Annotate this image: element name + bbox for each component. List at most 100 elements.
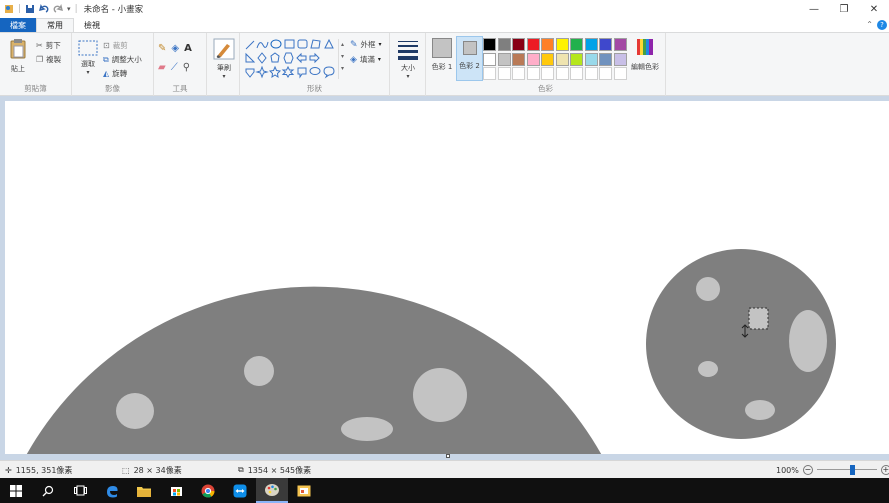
palette-swatch[interactable] xyxy=(599,52,612,66)
close-button[interactable]: ✕ xyxy=(859,0,889,18)
palette-swatch[interactable] xyxy=(512,52,525,66)
fill-button[interactable]: ◈ 填滿 ▾ xyxy=(350,54,381,65)
tab-file[interactable]: 檔案 xyxy=(0,18,36,32)
brushes-dropdown-icon[interactable]: ▾ xyxy=(212,73,236,80)
pencil-icon[interactable]: ✎ xyxy=(158,43,166,54)
outline-label: 外框 xyxy=(360,40,376,49)
cut-button[interactable]: ✂ 剪下 xyxy=(36,40,61,51)
palette-swatch[interactable] xyxy=(599,38,612,51)
save-icon[interactable] xyxy=(25,4,35,14)
palette-swatch[interactable] xyxy=(613,52,627,66)
resize-button[interactable]: ⧉ 調整大小 xyxy=(103,54,142,65)
magnifier-icon[interactable]: ⚲ xyxy=(183,62,190,73)
paste-button[interactable]: 貼上 xyxy=(8,38,28,74)
edge-browser-icon xyxy=(107,485,118,497)
palette-swatch[interactable] xyxy=(613,38,627,51)
shapes-scroll[interactable]: ▴ ▾ ▾ xyxy=(338,39,346,79)
canvas-resize-handle-bottom[interactable] xyxy=(446,454,450,458)
palette-swatch[interactable] xyxy=(541,38,554,51)
custom-color-slot[interactable] xyxy=(483,67,496,80)
edit-colors-button[interactable]: 編輯色彩 xyxy=(629,38,661,72)
select-dropdown-icon[interactable]: ▾ xyxy=(77,69,99,76)
paint-taskbar-button[interactable] xyxy=(256,478,288,503)
status-bar: ✛ 1155, 351像素 ⬚ 28 × 34像素 ⧉ 1354 × 545像素… xyxy=(0,460,889,478)
crop-button[interactable]: ⊡ 裁剪 xyxy=(103,40,128,51)
maximize-button[interactable]: ❐ xyxy=(829,0,859,18)
selected-crater xyxy=(749,308,768,329)
custom-color-slot[interactable] xyxy=(541,67,554,80)
six-point-star-shape-icon xyxy=(281,65,295,78)
color2-button[interactable]: 色彩 2 xyxy=(456,36,483,81)
redo-icon[interactable] xyxy=(53,4,64,14)
fill-dropdown-icon: ▾ xyxy=(377,56,381,63)
crater xyxy=(244,356,274,386)
rotate-button[interactable]: ◭ 旋轉 xyxy=(103,68,127,79)
edge-button[interactable] xyxy=(96,478,128,503)
search-button[interactable] xyxy=(32,478,64,503)
size-dropdown-icon[interactable]: ▾ xyxy=(396,73,420,80)
palette-swatch[interactable] xyxy=(570,52,583,66)
palette-swatch[interactable] xyxy=(483,38,496,51)
palette-swatch[interactable] xyxy=(526,52,540,66)
size-button[interactable]: 大小 ▾ xyxy=(396,40,420,80)
file-explorer-button[interactable] xyxy=(128,478,160,503)
color2-swatch xyxy=(462,41,477,55)
zoom-slider-thumb[interactable] xyxy=(849,465,855,475)
help-icon[interactable]: ? xyxy=(877,20,887,30)
outline-button[interactable]: ✎ 外框 ▾ xyxy=(350,39,382,50)
edit-colors-label: 編輯色彩 xyxy=(631,63,659,71)
text-tool-icon[interactable]: A xyxy=(184,43,192,54)
undo-icon[interactable] xyxy=(39,4,49,14)
zoom-out-button[interactable]: − xyxy=(802,465,813,475)
copy-button[interactable]: ❐ 複製 xyxy=(36,54,61,65)
copy-label: 複製 xyxy=(46,55,62,64)
chrome-button[interactable] xyxy=(192,478,224,503)
palette-swatch[interactable] xyxy=(526,38,540,51)
custom-color-slot[interactable] xyxy=(570,67,583,80)
selection-size-text: 28 × 34像素 xyxy=(133,465,182,475)
tab-view[interactable]: 檢視 xyxy=(74,18,110,32)
eraser-icon[interactable]: ▰ xyxy=(158,62,166,73)
palette-swatch[interactable] xyxy=(541,52,554,66)
start-button[interactable] xyxy=(0,478,32,503)
slideshow-app-button[interactable] xyxy=(288,478,320,503)
minimize-button[interactable]: — xyxy=(799,0,829,18)
brushes-button[interactable]: 筆刷 ▾ xyxy=(212,38,236,80)
color-picker-icon[interactable]: ⟋ xyxy=(171,62,178,73)
custom-color-slot[interactable] xyxy=(613,67,627,80)
store-button[interactable] xyxy=(160,478,192,503)
custom-color-slot[interactable] xyxy=(512,67,525,80)
drawing-canvas[interactable] xyxy=(5,101,889,454)
window-controls: — ❐ ✕ xyxy=(799,0,889,18)
window-title: 未命名 - 小畫家 xyxy=(83,5,144,15)
diamond-shape-icon xyxy=(257,52,267,64)
custom-color-slot[interactable] xyxy=(497,67,511,80)
tab-home[interactable]: 常用 xyxy=(36,18,74,32)
palette-swatch[interactable] xyxy=(512,38,525,51)
custom-color-slot[interactable] xyxy=(526,67,540,80)
zoom-slider[interactable] xyxy=(816,465,877,475)
palette-swatch[interactable] xyxy=(497,38,511,51)
palette-swatch[interactable] xyxy=(570,38,583,51)
paste-label: 貼上 xyxy=(11,65,25,73)
down-arrow-shape-icon xyxy=(245,68,255,78)
teamviewer-button[interactable] xyxy=(224,478,256,503)
palette-swatch[interactable] xyxy=(584,38,598,51)
palette-swatch[interactable] xyxy=(555,38,569,51)
palette-swatch[interactable] xyxy=(584,52,598,66)
zoom-in-button[interactable]: + xyxy=(880,465,889,475)
shapes-gallery[interactable] xyxy=(244,39,342,79)
canvas-size: ⧉ 1354 × 545像素 xyxy=(238,461,311,479)
palette-swatch[interactable] xyxy=(497,52,511,66)
customize-qat-icon[interactable]: ▾ xyxy=(67,5,71,13)
custom-color-slot[interactable] xyxy=(599,67,612,80)
custom-color-slot[interactable] xyxy=(555,67,569,80)
color1-button[interactable]: 色彩 1 xyxy=(429,38,455,72)
palette-swatch[interactable] xyxy=(555,52,569,66)
custom-color-slot[interactable] xyxy=(584,67,598,80)
collapse-ribbon-icon[interactable]: ⌃ xyxy=(866,20,873,29)
task-view-button[interactable] xyxy=(64,478,96,503)
fill-bucket-icon[interactable]: ◈ xyxy=(171,43,179,54)
palette-swatch[interactable] xyxy=(483,52,496,66)
select-button[interactable]: 選取 ▾ xyxy=(77,40,99,76)
